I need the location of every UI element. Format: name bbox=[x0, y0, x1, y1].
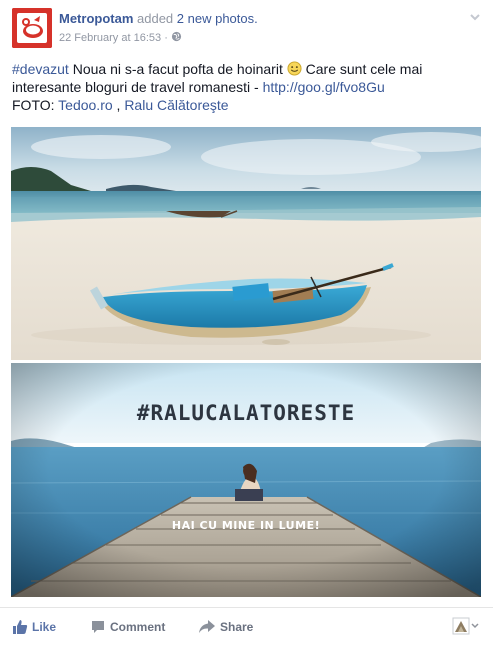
comment-bubble-icon bbox=[92, 621, 104, 633]
added-text: added bbox=[137, 11, 174, 26]
beach-boat-image bbox=[11, 127, 481, 360]
post-header: Metropotam added 2 new photos. 22 Februa… bbox=[12, 8, 482, 52]
text-main: Noua ni s-a facut pofta de hoinarit bbox=[68, 61, 287, 77]
author-line: Metropotam added 2 new photos. bbox=[59, 11, 258, 27]
pier-image bbox=[11, 363, 481, 597]
photo2-subtitle: HAI CU MINE IN LUME! bbox=[171, 519, 321, 532]
page-avatar-switch[interactable] bbox=[451, 616, 481, 638]
post-timestamp[interactable]: 22 February at 16:53 bbox=[59, 32, 161, 44]
post-actions-bar: Like Comment Share bbox=[0, 607, 493, 646]
post-text: #devazut Noua ni s-a facut pofta de hoin… bbox=[12, 60, 482, 114]
share-label: Share bbox=[220, 620, 254, 634]
share-button[interactable]: Share bbox=[198, 618, 268, 636]
post-meta: 22 February at 16:53 · bbox=[59, 31, 182, 45]
photo-pier[interactable]: #RALUCALATORESTE HAI CU MINE IN LUME! bbox=[11, 363, 481, 597]
url-link[interactable]: http://goo.gl/fvo8Gu bbox=[263, 79, 385, 95]
page-avatar[interactable] bbox=[12, 8, 52, 48]
share-arrow-icon bbox=[199, 620, 215, 633]
smile-emoji-icon bbox=[287, 61, 302, 76]
author-name-link[interactable]: Metropotam bbox=[59, 11, 133, 26]
foto-label: FOTO: bbox=[12, 97, 59, 113]
like-label: Like bbox=[32, 620, 57, 634]
like-button[interactable]: Like bbox=[12, 618, 72, 636]
comment-button[interactable]: Comment bbox=[90, 618, 180, 636]
thumbs-up-icon bbox=[13, 620, 28, 634]
feed-post: Metropotam added 2 new photos. 22 Februa… bbox=[0, 0, 493, 646]
globe-icon bbox=[171, 31, 182, 42]
page-avatar-icon bbox=[452, 617, 479, 635]
credit-link-tedoo[interactable]: Tedoo.ro bbox=[58, 97, 112, 113]
meta-separator: · bbox=[164, 32, 168, 44]
photos-link[interactable]: 2 new photos. bbox=[177, 11, 258, 26]
photo-beach-boat[interactable] bbox=[11, 127, 481, 360]
credit-link-ralu[interactable]: Ralu Călătoreşte bbox=[124, 97, 228, 113]
comment-label: Comment bbox=[110, 620, 166, 634]
chevron-down-icon[interactable] bbox=[468, 10, 482, 24]
metropotam-logo-icon bbox=[12, 8, 52, 48]
credit-separator: , bbox=[112, 97, 125, 113]
photo2-title: #RALUCALATORESTE bbox=[136, 401, 356, 425]
hashtag-link[interactable]: #devazut bbox=[12, 61, 69, 77]
